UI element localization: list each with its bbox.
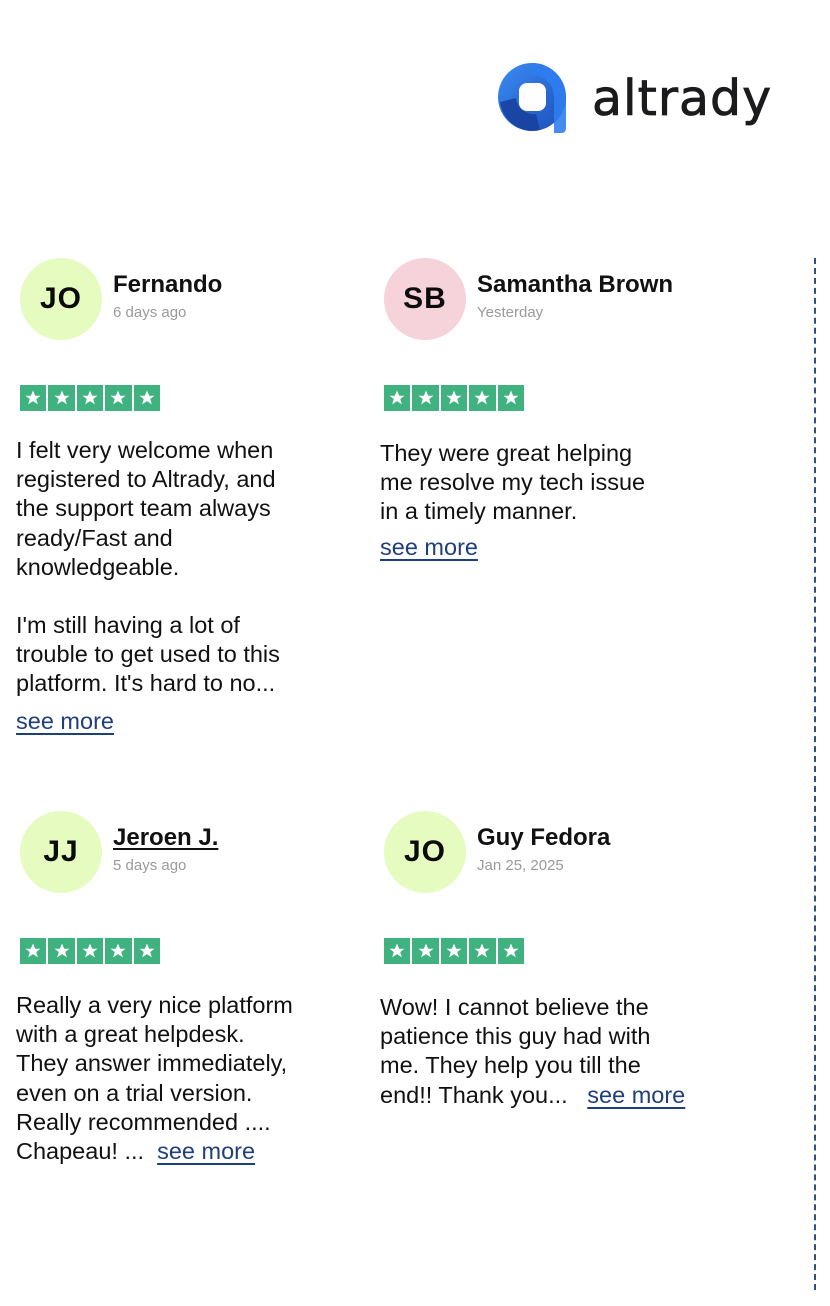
dashed-divider: [814, 258, 816, 1290]
review-header: JO Fernando 6 days ago: [16, 258, 336, 342]
review-paragraph: They were great helping me resolve my te…: [380, 440, 646, 525]
avatar-initials: JJ: [43, 835, 79, 868]
review-header: JO Guy Fedora Jan 25, 2025: [380, 811, 700, 895]
see-more-link[interactable]: see more: [16, 708, 114, 734]
star-icon: [497, 938, 524, 964]
review-paragraph: I felt very welcome when registered to A…: [16, 437, 276, 580]
star-rating: [20, 938, 160, 964]
avatar-initials: JO: [403, 835, 447, 868]
avatar: JO: [20, 258, 102, 340]
avatar: JO: [384, 811, 466, 893]
review-card: JO Guy Fedora Jan 25, 2025 Wow! I cannot…: [380, 811, 700, 1131]
review-card: JO Fernando 6 days ago I felt very welco…: [16, 258, 336, 758]
review-paragraph: Really a very nice platform with a great…: [16, 992, 293, 1135]
review-card: JJ Jeroen J. 5 days ago Really a very ni…: [16, 811, 336, 1191]
star-icon: [469, 385, 496, 411]
review-text: They were great helping me resolve my te…: [380, 439, 690, 562]
star-icon: [105, 938, 132, 964]
review-header: SB Samantha Brown Yesterday: [380, 258, 700, 342]
star-icon: [133, 938, 160, 964]
star-icon: [20, 385, 47, 411]
reviewer-name: Samantha Brown: [477, 271, 674, 298]
see-more-link[interactable]: see more: [587, 1082, 685, 1108]
review-text: Really a very nice platform with a great…: [16, 991, 336, 1166]
review-last-line: end!! Thank you... see more: [380, 1081, 710, 1110]
star-icon: [48, 385, 75, 411]
reviewer-name: Fernando: [113, 271, 223, 298]
review-date: Jan 25, 2025: [477, 857, 564, 874]
review-date: Yesterday: [477, 304, 544, 321]
review-text: I felt very welcome when registered to A…: [16, 436, 326, 736]
star-icon: [20, 938, 47, 964]
review-paragraph: Wow! I cannot believe the patience this …: [380, 994, 651, 1079]
star-icon: [76, 385, 104, 411]
star-icon: [440, 385, 468, 411]
review-paragraph: I'm still having a lot of trouble to get…: [16, 612, 280, 697]
avatar-initials: JO: [39, 282, 83, 315]
altrady-logo-icon: [498, 63, 566, 133]
review-date: 5 days ago: [113, 857, 187, 874]
star-icon: [412, 938, 439, 964]
review-last-line: Chapeau! ... see more: [16, 1137, 336, 1166]
avatar-initials: SB: [403, 282, 447, 315]
see-more-link[interactable]: see more: [380, 534, 478, 560]
reviewer-name-link[interactable]: Jeroen J.: [113, 824, 218, 852]
review-header: JJ Jeroen J. 5 days ago: [16, 811, 336, 895]
star-icon: [105, 385, 132, 411]
star-icon: [412, 385, 439, 411]
review-text-end: Chapeau! ...: [16, 1138, 145, 1165]
reviewer-name: Guy Fedora: [477, 824, 611, 851]
star-icon: [48, 938, 75, 964]
altrady-wordmark: altrady: [592, 69, 773, 127]
avatar: SB: [384, 258, 466, 340]
star-icon: [76, 938, 104, 964]
see-more-link[interactable]: see more: [157, 1138, 255, 1164]
star-icon: [469, 938, 496, 964]
star-rating: [20, 385, 160, 411]
avatar: JJ: [20, 811, 102, 893]
star-rating: [384, 938, 524, 964]
star-icon: [440, 938, 468, 964]
altrady-logo[interactable]: altrady: [496, 62, 786, 134]
review-date: 6 days ago: [113, 304, 187, 321]
star-icon: [384, 385, 411, 411]
review-card: SB Samantha Brown Yesterday They were gr…: [380, 258, 700, 578]
review-text: Wow! I cannot believe the patience this …: [380, 993, 710, 1110]
star-rating: [384, 385, 524, 411]
review-text-end: end!! Thank you...: [380, 1081, 568, 1108]
star-icon: [384, 938, 411, 964]
star-icon: [133, 385, 160, 411]
star-icon: [497, 385, 524, 411]
